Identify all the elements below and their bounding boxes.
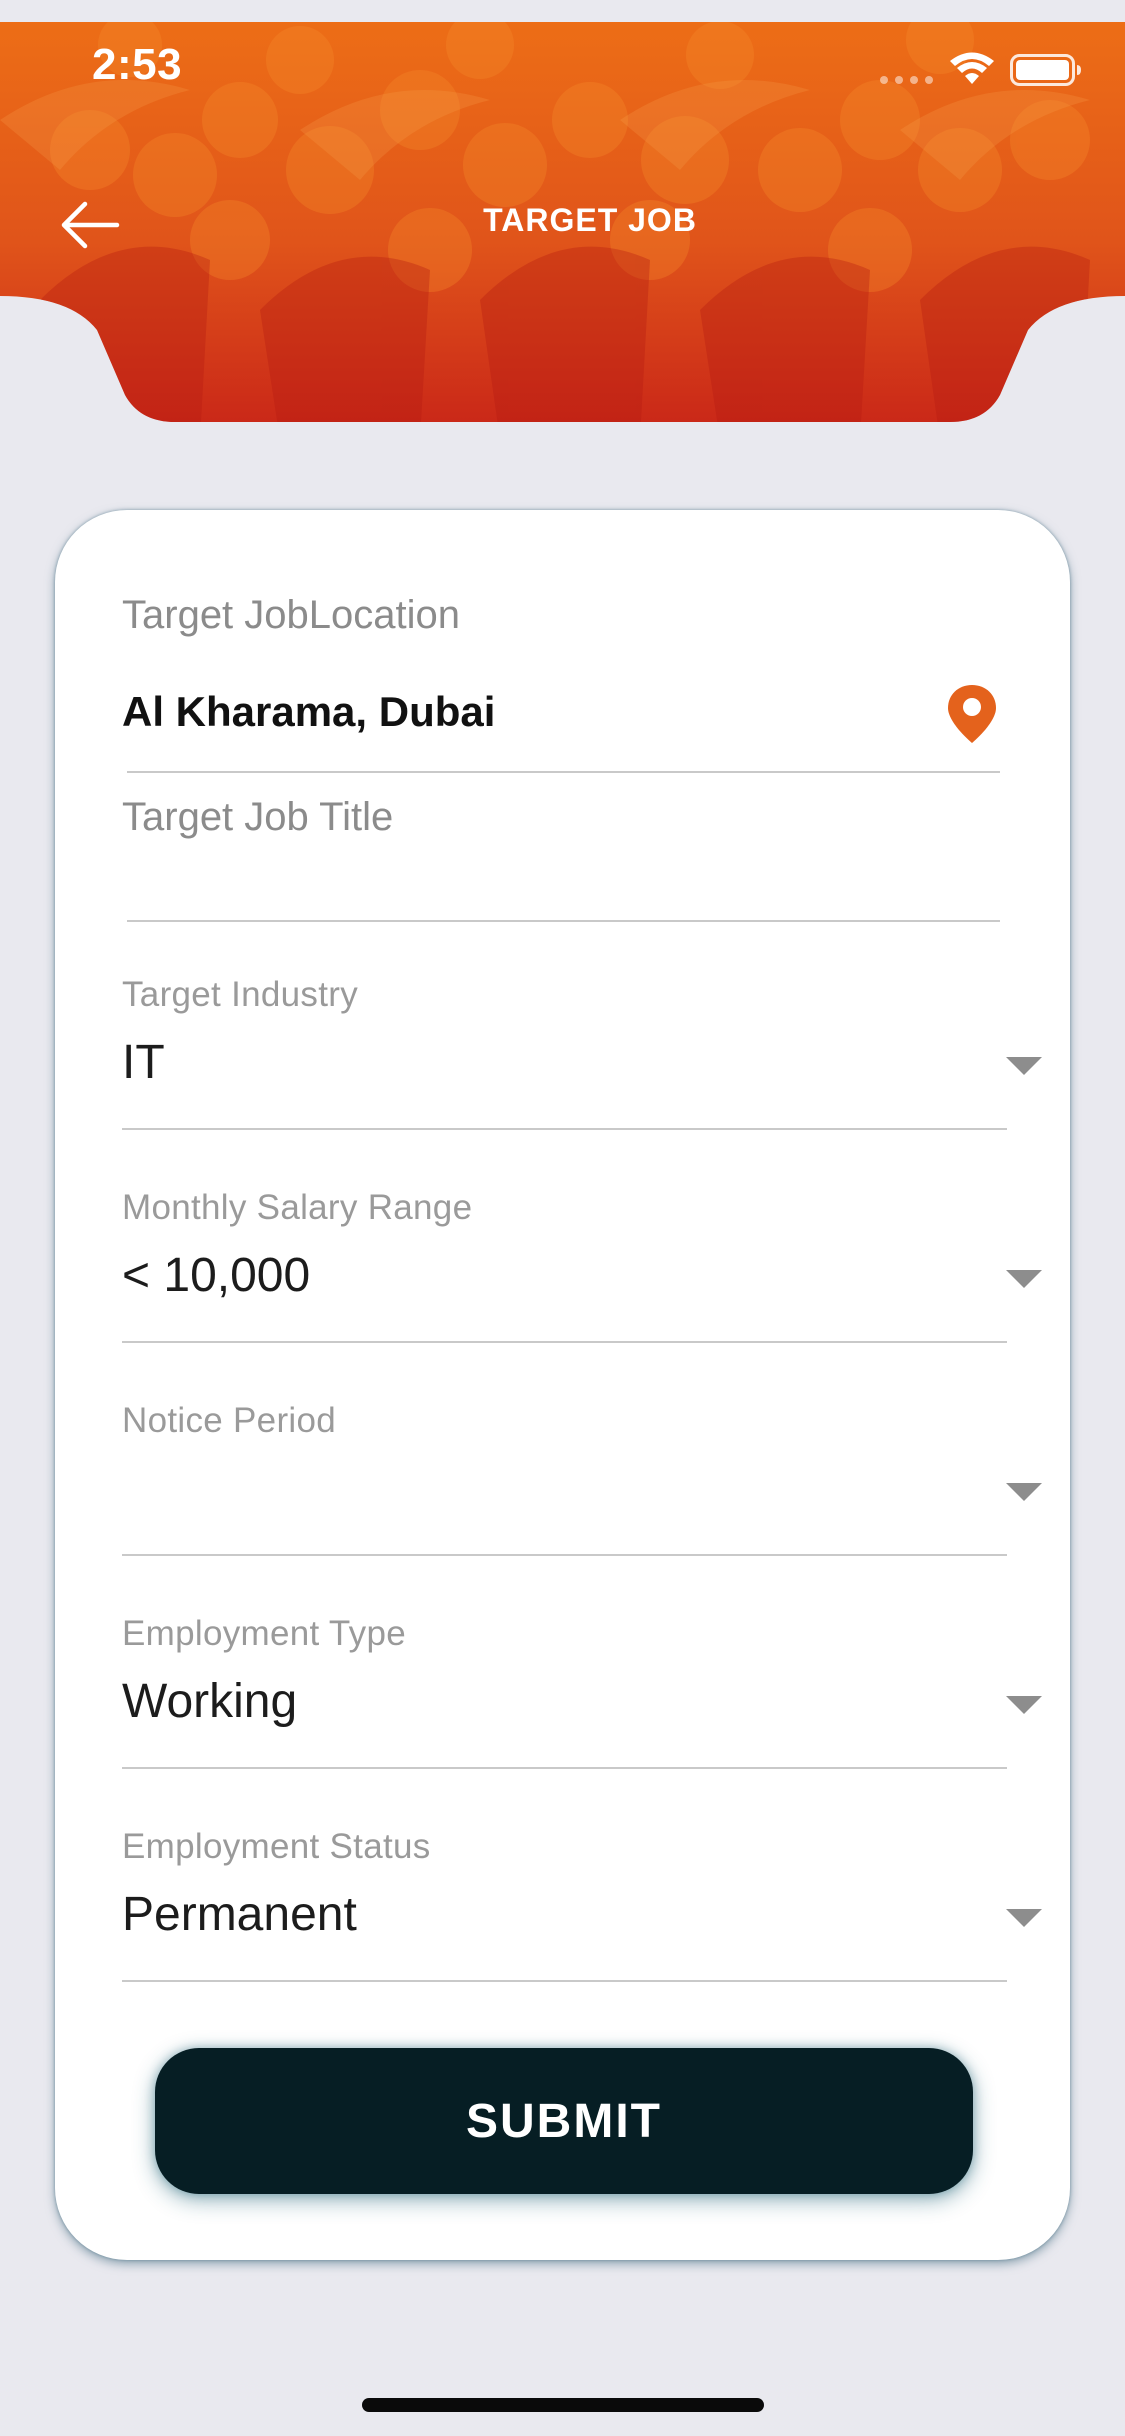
- job-title-underline: [127, 920, 1000, 922]
- notice-period-underline: [122, 1554, 1007, 1556]
- salary-underline: [122, 1341, 1007, 1343]
- form-card: Target JobLocation Al Kharama, Dubai Tar…: [55, 510, 1070, 2260]
- back-button[interactable]: [50, 190, 130, 260]
- chevron-down-icon: [1006, 1270, 1042, 1288]
- map-pin-icon[interactable]: [945, 683, 999, 745]
- submit-button[interactable]: SUBMIT: [155, 2048, 973, 2194]
- employment-status-value: Permanent: [122, 1888, 357, 1941]
- employment-type-label: Employment Type: [122, 1614, 406, 1653]
- chevron-down-icon: [1006, 1483, 1042, 1501]
- location-value[interactable]: Al Kharama, Dubai: [122, 688, 495, 736]
- salary-value: < 10,000: [122, 1249, 311, 1302]
- cellular-signal-icon: [880, 76, 933, 84]
- industry-dropdown[interactable]: Target Industry IT: [122, 975, 1042, 1175]
- employment-type-dropdown[interactable]: Employment Type Working: [122, 1614, 1042, 1814]
- job-title-label: Target Job Title: [122, 795, 394, 839]
- employment-status-dropdown[interactable]: Employment Status Permanent: [122, 1827, 1042, 2027]
- location-label: Target JobLocation: [122, 593, 461, 637]
- top-strip: [0, 0, 1125, 22]
- chevron-down-icon: [1006, 1057, 1042, 1075]
- job-title-input[interactable]: [127, 845, 997, 915]
- employment-type-underline: [122, 1767, 1007, 1769]
- location-underline: [127, 771, 1000, 773]
- industry-underline: [122, 1128, 1007, 1130]
- page-title: TARGET JOB: [483, 202, 697, 238]
- employment-type-value: Working: [122, 1675, 298, 1728]
- employment-status-label: Employment Status: [122, 1827, 431, 1866]
- employment-status-underline: [122, 1980, 1007, 1982]
- battery-icon: [1010, 54, 1081, 86]
- status-time: 2:53: [92, 40, 183, 89]
- chevron-down-icon: [1006, 1696, 1042, 1714]
- arrow-left-icon: [61, 201, 120, 249]
- notice-period-dropdown[interactable]: Notice Period: [122, 1401, 1042, 1601]
- header: 2:53 TARGET JOB: [0, 0, 1125, 440]
- industry-label: Target Industry: [122, 975, 358, 1014]
- salary-label: Monthly Salary Range: [122, 1188, 473, 1227]
- home-indicator[interactable]: [362, 2398, 764, 2412]
- notice-period-label: Notice Period: [122, 1401, 337, 1440]
- wifi-icon: [950, 52, 994, 84]
- chevron-down-icon: [1006, 1909, 1042, 1927]
- industry-value: IT: [122, 1036, 165, 1089]
- salary-dropdown[interactable]: Monthly Salary Range < 10,000: [122, 1188, 1042, 1388]
